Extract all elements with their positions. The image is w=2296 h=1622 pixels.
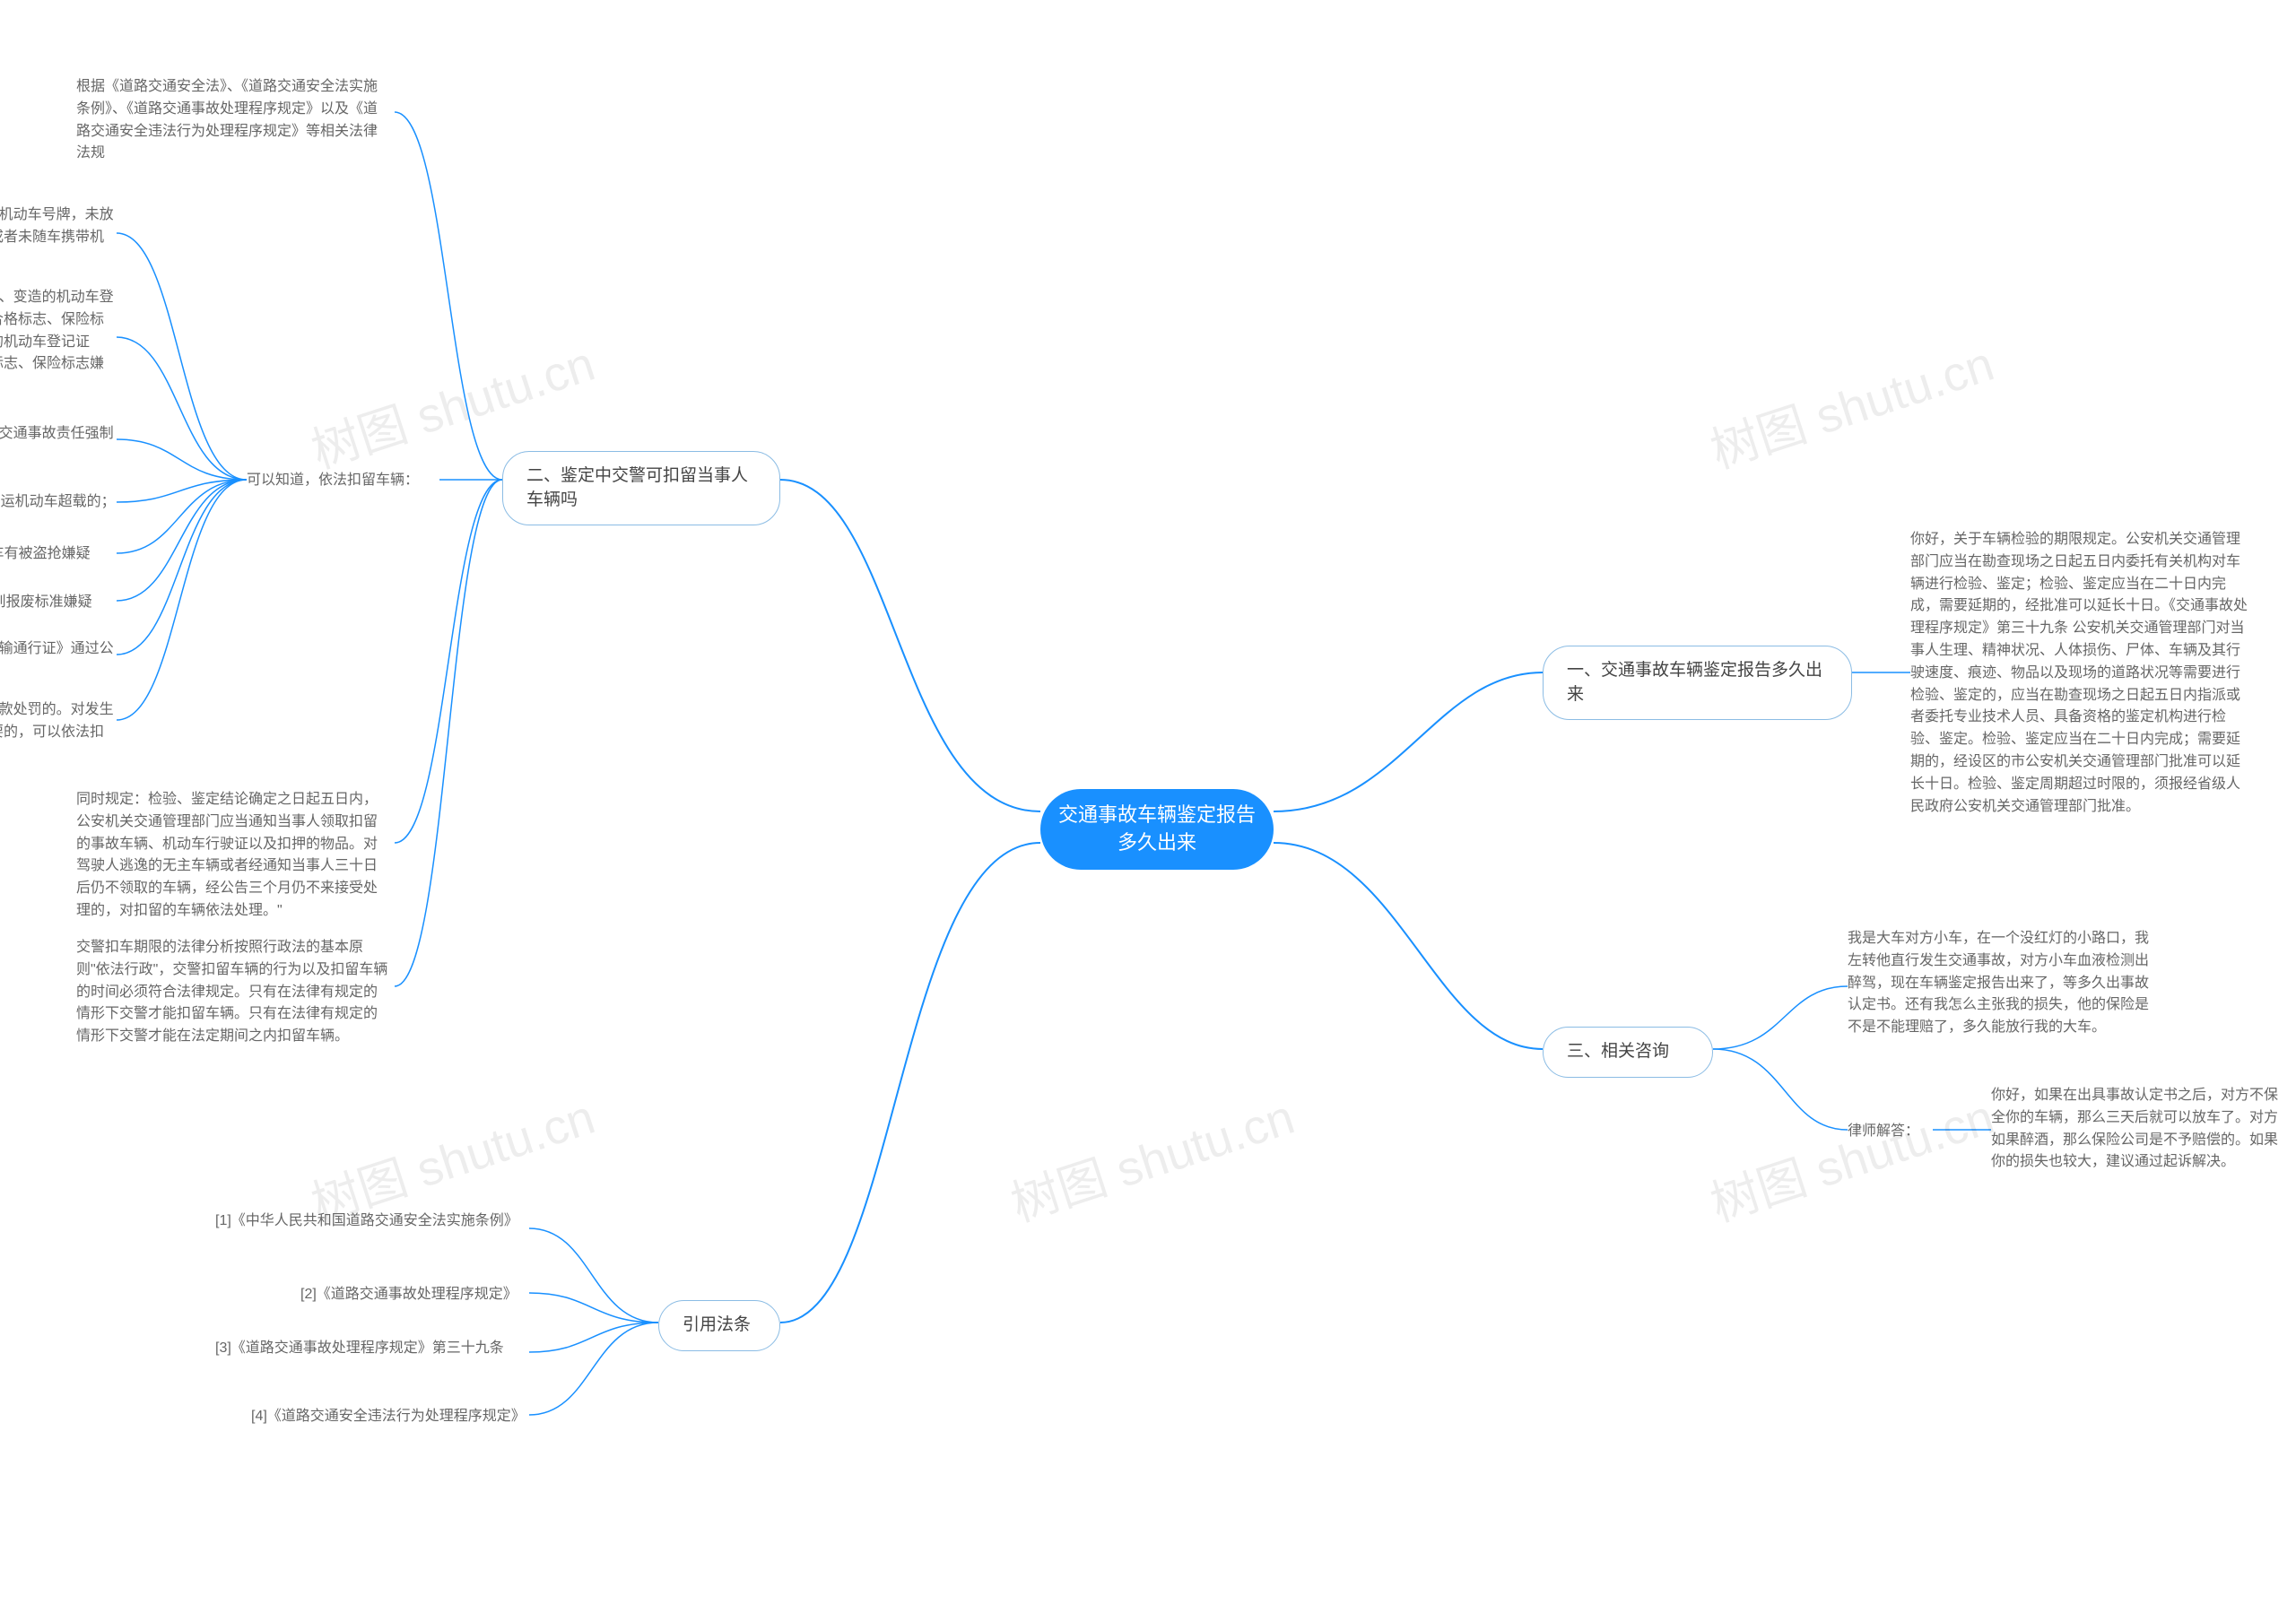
branch-report-duration[interactable]: 一、交通事故车辆鉴定报告多久出来 bbox=[1543, 646, 1852, 720]
leaf-report-duration-detail: 你好，关于车辆检验的期限规定。公安机关交通管理部门应当在勘查现场之日起五日内委托… bbox=[1910, 529, 2251, 818]
leaf-law-basis: 根据《道路交通安全法》、《道路交通安全法实施条例》、《道路交通事故处理程序规定》… bbox=[76, 76, 390, 165]
leaf-consult-answer: 你好，如果在出具事故认定书之后，对方不保全你的车辆，那么三天后就可以放车了。对方… bbox=[1991, 1085, 2287, 1174]
leaf-item-1: (一)上道路行驶的机动车未悬挂机动车号牌，未放置检验合格标志、保险标志，或者未随… bbox=[0, 204, 117, 271]
leaf-ref-2: [2]《道路交通事故处理程序规定》 bbox=[300, 1284, 529, 1306]
center-node[interactable]: 交通事故车辆鉴定报告多久出来 bbox=[1040, 789, 1274, 870]
leaf-ref-1: [1]《中华人民共和国道路交通安全法实施条例》 bbox=[215, 1210, 529, 1233]
leaf-item-2: (二)有伪造、变造或者使用伪造、变造的机动车登记证书、号牌、行驶证、检验合格标志… bbox=[0, 287, 117, 398]
leaf-item-6: (六)机动车有拼装或者达到报废标准嫌疑的； bbox=[0, 592, 117, 637]
leaf-know-label: 可以知道，依法扣留车辆： bbox=[247, 470, 439, 492]
leaf-item-7: (七)未申领《剧毒化学品公路运输通行证》通过公路运输剧毒化学品的； bbox=[0, 638, 117, 683]
leaf-item-8: (八)非机动车驾驶人拒绝接受罚款处罚的。对发生道路交通事故，因收集证据需要的，可… bbox=[0, 699, 117, 766]
leaf-lawyer-label: 律师解答： bbox=[1848, 1121, 1933, 1143]
leaf-item-4: (四)公路客运车辆或者货运机动车超载的； bbox=[0, 491, 117, 514]
watermark: 树图 shutu.cn bbox=[1700, 324, 2002, 481]
branch-law-refs[interactable]: 引用法条 bbox=[658, 1300, 780, 1351]
branch-consult[interactable]: 三、相关咨询 bbox=[1543, 1027, 1713, 1078]
leaf-item-3: (三)未按照国家规定投保机动车交通事故责任强制保险的； bbox=[0, 423, 117, 468]
leaf-consult-question: 我是大车对方小车，在一个没红灯的小路口，我左转他直行发生交通事故，对方小车血液检… bbox=[1848, 928, 2161, 1039]
watermark: 树图 shutu.cn bbox=[1700, 1077, 2002, 1235]
leaf-item-5: (五)机动车有被盗抢嫌疑的； bbox=[0, 543, 117, 588]
leaf-ref-3: [3]《道路交通事故处理程序规定》第三十九条 bbox=[215, 1338, 529, 1360]
branch-detain-vehicle[interactable]: 二、鉴定中交警可扣留当事人车辆吗 bbox=[502, 451, 780, 525]
watermark: 树图 shutu.cn bbox=[1001, 1077, 1302, 1235]
leaf-bottom-a: 同时规定：检验、鉴定结论确定之日起五日内，公安机关交通管理部门应当通知当事人领取… bbox=[76, 789, 390, 923]
leaf-ref-4: [4]《道路交通安全违法行为处理程序规定》 bbox=[251, 1406, 529, 1428]
leaf-bottom-b: 交警扣车期限的法律分析按照行政法的基本原则"依法行政"，交警扣留车辆的行为以及扣… bbox=[76, 937, 390, 1048]
